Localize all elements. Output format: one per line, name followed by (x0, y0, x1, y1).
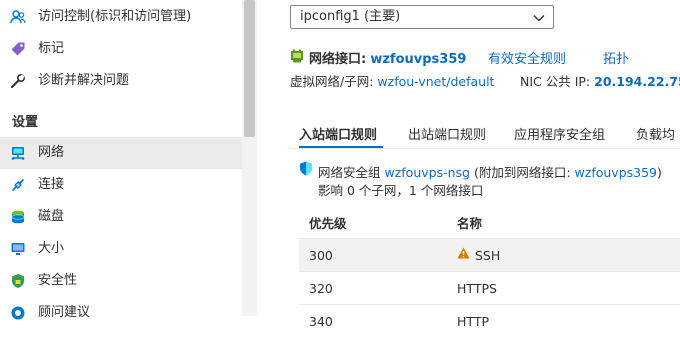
nsg-prefix: 网络安全组 (318, 165, 381, 180)
nic-label: 网络接口: (309, 52, 367, 67)
nav-item-advisor[interactable]: 顾问建议 (0, 297, 242, 329)
disk-icon (10, 209, 26, 225)
effective-rules-link[interactable]: 有效安全规则 (488, 48, 567, 67)
nsg-attached-prefix: (附加到网络接口: (473, 165, 571, 180)
nav-item-security[interactable]: 安全性 (0, 265, 242, 297)
tab-active-indicator (299, 146, 383, 148)
nic-row: 网络接口: wzfouvps359 (309, 48, 466, 67)
table-row[interactable]: 340 HTTP (299, 304, 680, 338)
nic-ip-label: NIC 公共 IP: (520, 74, 591, 89)
network-icon (10, 145, 26, 161)
table-row[interactable]: 300 SSH (299, 238, 680, 272)
nav-label: 连接 (38, 177, 65, 192)
nav-label: 网络 (38, 145, 65, 160)
nic-ip-row: NIC 公共 IP: 20.194.22.75 (520, 71, 680, 90)
ipconfig-select[interactable]: ipconfig1 (主要) (290, 5, 554, 29)
nav-section-settings: 设置 (12, 115, 39, 130)
tab-outbound[interactable]: 出站端口规则 (408, 124, 486, 143)
security-icon (10, 273, 26, 289)
tabs-divider (290, 148, 680, 149)
vnet-label: 虚拟网络/子网: (290, 74, 374, 89)
cell-name: SSH (475, 248, 501, 263)
nav-item-tags[interactable]: 标记 (0, 33, 242, 65)
chevron-down-icon (533, 12, 545, 27)
shield-icon (299, 161, 313, 180)
nav-label: 大小 (38, 241, 65, 256)
nav-item-diagnose[interactable]: 诊断并解决问题 (0, 65, 242, 97)
topology-label: 拓扑 (603, 52, 630, 67)
nav-item-connect[interactable]: 连接 (0, 169, 242, 201)
nsg-line: 网络安全组 wzfouvps-nsg (附加到网络接口: wzfouvps359… (318, 162, 662, 181)
cell-priority: 300 (309, 248, 333, 263)
warning-icon (457, 247, 470, 262)
tab-asg[interactable]: 应用程序安全组 (514, 124, 605, 143)
vnet-row: 虚拟网络/子网: wzfou-vnet/default (290, 71, 494, 90)
connect-icon (10, 177, 26, 193)
topology-link[interactable]: 拓扑 (603, 48, 630, 67)
wrench-icon (10, 73, 26, 89)
cell-name: HTTPS (457, 281, 497, 296)
nav-item-access-control[interactable]: 访问控制(标识和访问管理) (0, 1, 242, 33)
nav-scrollbar-thumb[interactable] (244, 0, 255, 137)
advisor-icon (10, 305, 26, 321)
vnet-link[interactable]: wzfou-vnet/default (377, 74, 494, 89)
nav-item-size[interactable]: 大小 (0, 233, 242, 265)
nav-item-networking[interactable]: 网络 (0, 137, 242, 169)
nsg-link[interactable]: wzfouvps-nsg (385, 165, 470, 180)
nic-name-link[interactable]: wzfouvps359 (370, 52, 466, 67)
nav-label: 安全性 (38, 273, 78, 288)
nav-label: 磁盘 (38, 209, 65, 224)
nav-item-disks[interactable]: 磁盘 (0, 201, 242, 233)
nav-label: 诊断并解决问题 (38, 73, 130, 88)
tab-inbound[interactable]: 入站端口规则 (299, 124, 377, 143)
cell-name: HTTP (457, 314, 489, 329)
nsg-attached-nic-link[interactable]: wzfouvps359 (575, 165, 657, 180)
nic-ip-link[interactable]: 20.194.22.75 (594, 74, 680, 89)
ipconfig-select-value: ipconfig1 (主要) (300, 9, 401, 24)
nsg-attached-suffix: ) (657, 165, 662, 180)
cell-priority: 320 (309, 281, 333, 296)
monitor-icon (10, 241, 26, 257)
people-icon (10, 9, 26, 25)
tab-load-balancing[interactable]: 负载均 (636, 124, 675, 143)
nav-label: 顾问建议 (38, 305, 91, 320)
nav-label: 标记 (38, 41, 65, 56)
effective-rules-label: 有效安全规则 (488, 52, 567, 67)
column-header-name[interactable]: 名称 (457, 213, 482, 232)
nsg-impact: 影响 0 个子网，1 个网络接口 (318, 183, 484, 198)
cell-priority: 340 (309, 314, 333, 329)
column-header-priority[interactable]: 优先级 (309, 213, 347, 232)
tag-icon (10, 41, 26, 57)
nav-label: 访问控制(标识和访问管理) (38, 9, 192, 24)
table-row[interactable]: 320 HTTPS (299, 271, 680, 305)
left-nav: 访问控制(标识和访问管理) 标记 诊断并解决问题 设置 网络 连接 磁盘 大小 … (0, 0, 242, 320)
nic-icon (290, 49, 304, 67)
